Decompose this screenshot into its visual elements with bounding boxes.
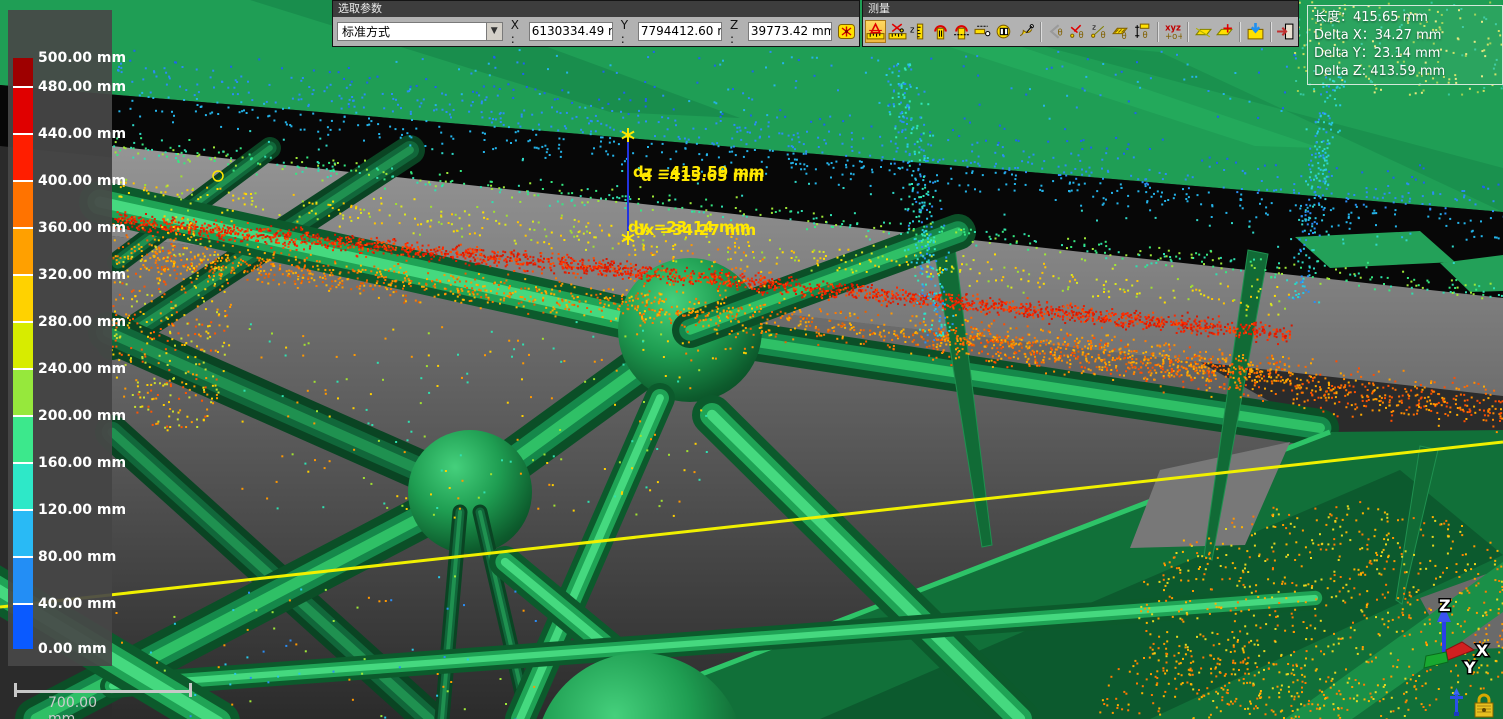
color-scale-segment (13, 369, 33, 416)
color-scale-segment (13, 58, 33, 87)
axes-triad: Z X Y (1412, 594, 1503, 676)
measurement-info-panel: 长度：415.65 mmDelta X：34.27 mmDelta Y：23.1… (1307, 5, 1503, 85)
x-axis-label: X (1476, 641, 1489, 660)
info-row: Delta Z: 413.59 mm (1314, 63, 1496, 81)
color-scale-segment (13, 134, 33, 181)
color-scale-segment (13, 87, 33, 134)
measure-height-z-icon[interactable]: z (908, 20, 928, 43)
color-scale-label: 400.00 mm (38, 172, 126, 190)
application-window: dz =413.59 mm d =415.65 mm dy =23.14 mm … (0, 0, 1503, 719)
color-scale-separator (13, 227, 33, 229)
scale-bar-line (15, 690, 191, 693)
measure-exit-icon[interactable] (1276, 20, 1296, 43)
color-scale-separator (13, 415, 33, 417)
color-scale-separator (13, 321, 33, 323)
measure-angle-z-icon[interactable]: zθ (1089, 20, 1109, 43)
measure-point-angle-icon[interactable] (1016, 20, 1036, 43)
color-scale-label: 80.00 mm (38, 548, 116, 566)
measure-icon-row: zθθzθθθxyz+o+ (863, 17, 1298, 46)
color-scale-segment (13, 463, 33, 510)
toolbar-measure: 测量 zθθzθθθxyz+o+ (862, 0, 1299, 47)
color-scale-segment (13, 228, 33, 275)
color-scale-legend: 500.00 mm480.00 mm440.00 mm400.00 mm360.… (8, 10, 112, 666)
color-scale-separator (13, 462, 33, 464)
measure-angle-point-icon[interactable]: θ (1068, 20, 1088, 43)
color-scale-segment (13, 416, 33, 463)
selection-mode-dropdown[interactable]: 标准方式 ▼ (337, 22, 503, 41)
measure-point-to-line-icon[interactable] (973, 20, 993, 43)
color-scale-label: 360.00 mm (38, 219, 126, 237)
measure-coordinates-xyz-icon[interactable]: xyz+o+ (1163, 20, 1183, 43)
pushpin-icon[interactable] (1450, 688, 1463, 716)
coord-z-input[interactable]: 39773.42 mm (748, 22, 832, 41)
chevron-down-icon[interactable]: ▼ (486, 23, 502, 40)
measure-angle-dimension-icon[interactable]: θ (1132, 20, 1152, 43)
scale-bar-label: 700.00 mm (48, 695, 97, 719)
color-scale-label: 320.00 mm (38, 266, 126, 284)
color-scale-label: 0.00 mm (38, 640, 107, 658)
color-scale-label: 240.00 mm (38, 360, 126, 378)
selection-mode-value: 标准方式 (342, 23, 390, 40)
toolbar-separator (1157, 22, 1159, 42)
coord-z-label: Z : (730, 18, 745, 46)
coord-x-label: X : (511, 18, 526, 46)
measure-distance-icon[interactable] (865, 20, 886, 43)
info-row: Delta X：34.27 mm (1314, 27, 1496, 45)
color-scale-separator (13, 509, 33, 511)
measure-distance-point-icon[interactable] (887, 20, 907, 43)
color-scale-label: 40.00 mm (38, 595, 116, 613)
color-scale-segment (13, 275, 33, 322)
measure-angle-plane-icon[interactable]: θ (1111, 20, 1131, 43)
color-scale-segment (13, 181, 33, 228)
z-axis-label: Z (1439, 596, 1451, 615)
y-axis-arrow-icon (1424, 652, 1448, 668)
color-scale-label: 160.00 mm (38, 454, 126, 472)
coord-y-label: Y : (621, 18, 635, 46)
info-row: 长度：415.65 mm (1314, 9, 1496, 27)
coordinate-fields: X :6130334.49 mm Y :7794412.60 mm Z :39773… (503, 18, 832, 46)
measure-export-icon[interactable] (1245, 20, 1265, 43)
toolbar-separator (1040, 22, 1042, 42)
toolbar-separator (1270, 22, 1272, 42)
color-scale-label: 120.00 mm (38, 501, 126, 519)
color-scale-separator (13, 603, 33, 605)
toolbar-select-title: 选取参数 (333, 1, 859, 17)
measure-plane-add-icon[interactable] (1215, 20, 1235, 43)
color-scale-segment (13, 557, 33, 604)
measure-radius-arc-dashed-icon[interactable] (951, 20, 971, 43)
color-scale-label: 200.00 mm (38, 407, 126, 425)
coord-y-input[interactable]: 7794412.60 mm (638, 22, 722, 41)
color-scale-separator (13, 274, 33, 276)
color-scale-separator (13, 180, 33, 182)
toolbar-separator (1239, 22, 1241, 42)
color-scale-separator (13, 86, 33, 88)
y-axis-label: Y (1463, 658, 1476, 676)
sphere-node-left (408, 430, 532, 554)
pick-point-icon[interactable] (838, 24, 855, 39)
toolbar-measure-title: 测量 (863, 1, 1298, 17)
color-scale-separator (13, 133, 33, 135)
color-scale-label: 480.00 mm (38, 78, 126, 96)
scale-bar-tick-right (189, 683, 192, 697)
scale-bar-tick-left (14, 683, 17, 697)
measure-radius-arc-icon[interactable] (930, 20, 950, 43)
info-row: Delta Y：23.14 mm (1314, 45, 1496, 63)
lock-icon[interactable] (1475, 695, 1493, 717)
toolbar-separator (1187, 22, 1189, 42)
coord-x-input[interactable]: 6130334.49 mm (529, 22, 613, 41)
color-scale-separator (13, 368, 33, 370)
color-scale-segment (13, 322, 33, 369)
measure-plane-icon[interactable] (1193, 20, 1213, 43)
color-scale-segment (13, 510, 33, 557)
measure-angle-icon[interactable]: θ (1046, 20, 1066, 43)
color-scale-label: 500.00 mm (38, 49, 126, 67)
measure-diameter-icon[interactable] (994, 20, 1014, 43)
color-scale-segment (13, 604, 33, 649)
toolbar-select-params: 选取参数 标准方式 ▼ X :6130334.49 mm Y :7794412.6… (332, 0, 860, 47)
color-scale-separator (13, 556, 33, 558)
viewport-3d[interactable] (0, 0, 1503, 719)
color-scale-label: 440.00 mm (38, 125, 126, 143)
color-scale-label: 280.00 mm (38, 313, 126, 331)
